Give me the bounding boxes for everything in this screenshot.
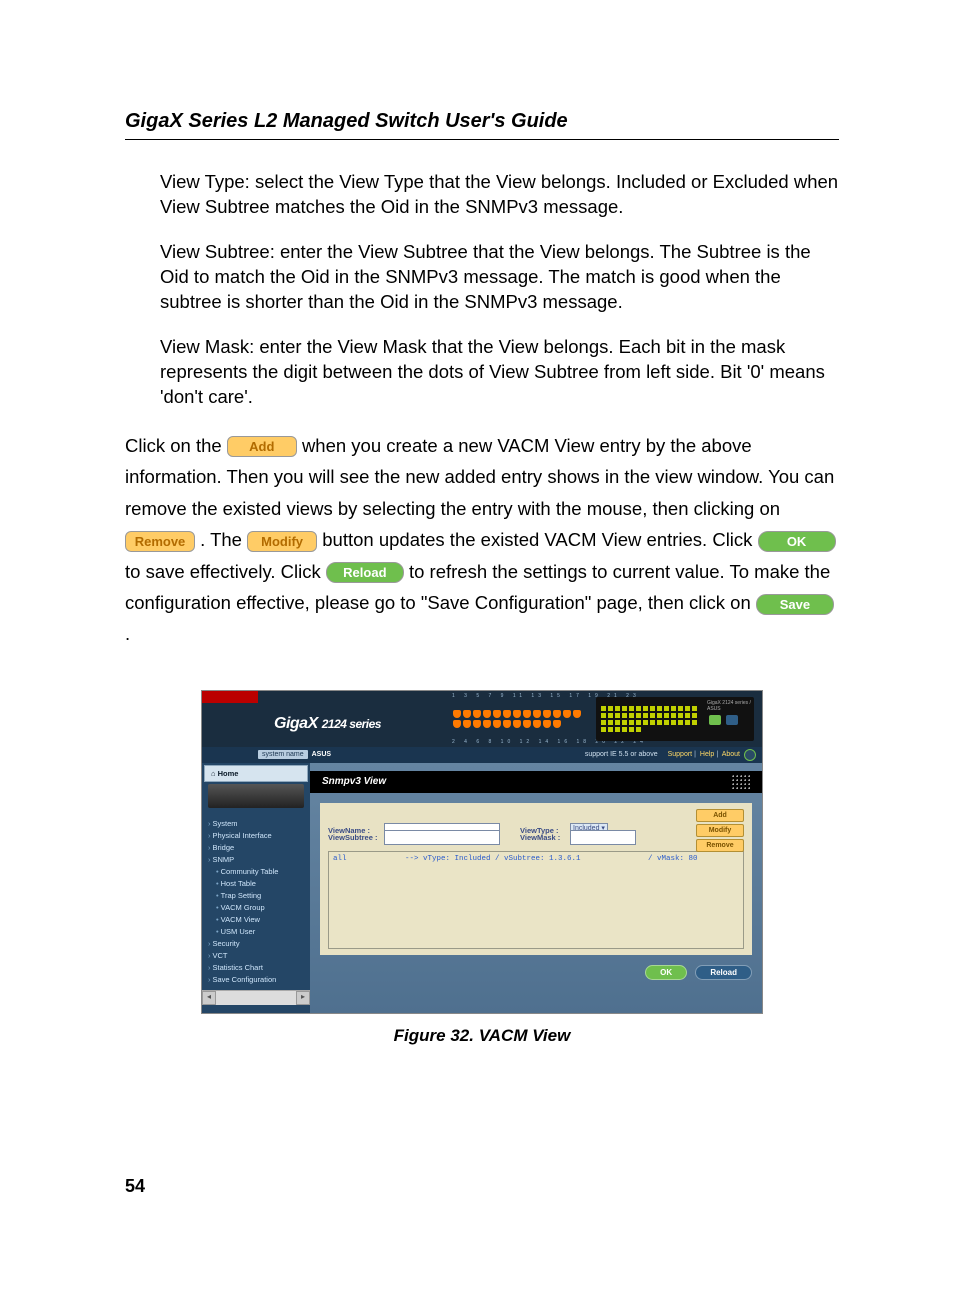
paragraph-view-subtree: View Subtree: enter the View Subtree tha…	[160, 240, 839, 315]
support-link[interactable]: Support	[668, 751, 693, 758]
sidebar-item[interactable]: ›VCT	[208, 950, 304, 962]
sidebar-scrollbar[interactable]: ◂ ▸	[202, 990, 310, 1005]
sidebar-item-label: Community Table	[221, 867, 279, 876]
remove-button[interactable]: Remove	[696, 839, 744, 852]
page-number: 54	[125, 1176, 839, 1197]
sidebar-item[interactable]: ›Save Configuration	[208, 974, 304, 986]
sidebar-item-label: VCT	[213, 951, 228, 960]
sidebar-item-label: Bridge	[213, 843, 235, 852]
top-links: Support| Help| About	[668, 751, 740, 758]
system-name-label: system name	[258, 750, 308, 759]
save-button-image: Save	[756, 594, 834, 615]
ok-button-image: OK	[758, 531, 836, 552]
paragraph-view-type: View Type: select the View Type that the…	[160, 170, 839, 220]
text-fragment: Click on the	[125, 435, 227, 456]
text-fragment: . The	[200, 529, 247, 550]
status-text: GigaX 2124 series / ASUS	[707, 700, 751, 713]
sidebar-item-label: Statistics Chart	[213, 963, 263, 972]
sidebar-item[interactable]: •VACM View	[208, 914, 304, 926]
asus-logo-strip	[202, 691, 258, 703]
view-listing[interactable]: all --> vType: Included / vSubtree: 1.3.…	[328, 851, 744, 949]
scroll-left-icon[interactable]: ◂	[202, 991, 216, 1005]
sidebar-item[interactable]: •VACM Group	[208, 902, 304, 914]
modify-button-image: Modify	[247, 531, 317, 552]
about-link[interactable]: About	[722, 751, 740, 758]
reload-button[interactable]: Reload	[695, 965, 752, 980]
sidebar-item-label: Physical Interface	[213, 831, 272, 840]
support-text: support IE 5.5 or above	[585, 751, 658, 758]
vacm-view-screenshot: GigaX2124 series 1 3 5 7 9 11 13 15 17 1…	[201, 690, 763, 1014]
sidebar-item-label: Security	[213, 939, 240, 948]
sidebar-item-label: VACM View	[221, 915, 260, 924]
help-icon[interactable]	[726, 715, 738, 725]
sidebar-item[interactable]: ›System	[208, 818, 304, 830]
sidebar-item-label: Save Configuration	[213, 975, 277, 984]
sidebar-item-label: SNMP	[213, 855, 235, 864]
home-button[interactable]: ⌂ Home	[204, 765, 308, 782]
panel-title: Snmpv3 View	[322, 776, 386, 787]
sidebar-item-label: VACM Group	[221, 903, 265, 912]
sidebar-item[interactable]: •Host Table	[208, 878, 304, 890]
gigax-logo: GigaX2124 series	[274, 715, 381, 733]
remove-button-image: Remove	[125, 531, 195, 552]
sidebar-item-label: USM User	[221, 927, 256, 936]
text-fragment: button updates the existed VACM View ent…	[322, 529, 757, 550]
help-link[interactable]: Help	[700, 751, 714, 758]
document-title: GigaX Series L2 Managed Switch User's Gu…	[125, 110, 839, 140]
sidebar-item-label: System	[213, 819, 238, 828]
disk-icon[interactable]	[709, 715, 721, 725]
reload-button-image: Reload	[326, 562, 404, 583]
paragraph-view-mask: View Mask: enter the View Mask that the …	[160, 335, 839, 410]
sidebar-item[interactable]: ›SNMP	[208, 854, 304, 866]
text-fragment: to save effectively. Click	[125, 561, 326, 582]
view-mask-input[interactable]	[570, 830, 636, 845]
view-mask-label: ViewMask :	[520, 833, 570, 842]
modify-button[interactable]: Modify	[696, 824, 744, 837]
sidebar-item[interactable]: •Trap Setting	[208, 890, 304, 902]
system-name-value: ASUS	[312, 751, 331, 758]
sidebar-item-label: Trap Setting	[221, 891, 262, 900]
sidebar-nav: ›System›Physical Interface›Bridge›SNMP•C…	[202, 814, 310, 990]
text-fragment: .	[125, 623, 130, 644]
add-button[interactable]: Add	[696, 809, 744, 822]
port-graphic	[452, 701, 582, 737]
add-button-image: Add	[227, 436, 297, 457]
sidebar-item[interactable]: ›Statistics Chart	[208, 962, 304, 974]
view-subtree-label: ViewSubtree :	[328, 833, 384, 842]
sidebar-item[interactable]: ›Bridge	[208, 842, 304, 854]
paragraph-instructions: Click on the Add when you create a new V…	[125, 430, 839, 650]
sidebar-item[interactable]: •USM User	[208, 926, 304, 938]
scroll-right-icon[interactable]: ▸	[296, 991, 310, 1005]
view-subtree-input[interactable]	[384, 830, 500, 845]
form-area: ViewName : ViewType : Included ▾ Add Mod…	[320, 803, 752, 955]
sidebar-item-label: Host Table	[221, 879, 256, 888]
logout-icon[interactable]	[744, 749, 756, 761]
panel-title-decoration-icon	[732, 775, 750, 789]
sidebar-item[interactable]: ›Security	[208, 938, 304, 950]
sidebar-item[interactable]: ›Physical Interface	[208, 830, 304, 842]
figure-caption: Figure 32. VACM View	[125, 1026, 839, 1046]
status-panel: GigaX 2124 series / ASUS	[596, 697, 754, 741]
ok-button[interactable]: OK	[645, 965, 687, 980]
led-grid	[596, 697, 704, 741]
switch-thumbnail	[208, 784, 304, 808]
sidebar-item[interactable]: •Community Table	[208, 866, 304, 878]
